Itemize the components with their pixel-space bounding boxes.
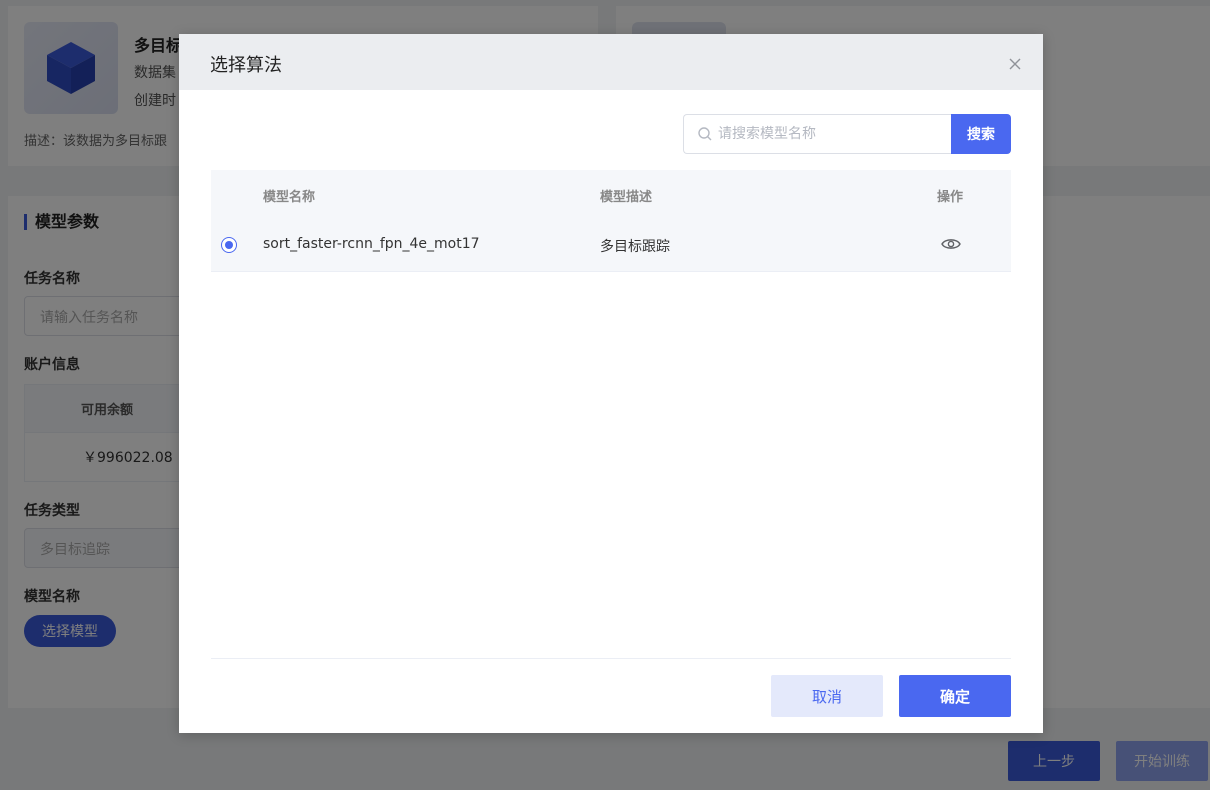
model-table: 模型名称 模型描述 操作 sort_faster-rcnn_fpn_4e_mot… bbox=[211, 170, 1011, 272]
model-name-cell: sort_faster-rcnn_fpn_4e_mot17 bbox=[263, 236, 480, 252]
cancel-button[interactable]: 取消 bbox=[771, 675, 883, 717]
search-icon bbox=[698, 127, 712, 141]
row-radio[interactable] bbox=[221, 237, 237, 253]
column-header-description: 模型描述 bbox=[600, 190, 653, 205]
select-algorithm-dialog: 选择算法 搜索 模型名称 模型描述 操作 sort_faster-rcnn_fp… bbox=[179, 34, 1043, 733]
search-bar: 搜索 bbox=[683, 114, 1011, 154]
eye-icon[interactable] bbox=[941, 236, 961, 252]
table-row[interactable]: sort_faster-rcnn_fpn_4e_mot17 多目标跟踪 bbox=[211, 218, 1011, 272]
model-description-cell: 多目标跟踪 bbox=[600, 239, 670, 255]
dialog-header: 选择算法 bbox=[179, 34, 1043, 90]
search-button[interactable]: 搜索 bbox=[951, 114, 1011, 154]
dialog-title: 选择算法 bbox=[210, 55, 282, 76]
footer-divider bbox=[211, 658, 1011, 659]
column-header-name: 模型名称 bbox=[263, 190, 316, 205]
close-icon[interactable] bbox=[1005, 54, 1025, 74]
confirm-button[interactable]: 确定 bbox=[899, 675, 1011, 717]
table-header: 模型名称 模型描述 操作 bbox=[211, 170, 1011, 218]
search-input[interactable] bbox=[683, 114, 951, 154]
column-header-action: 操作 bbox=[937, 190, 964, 205]
